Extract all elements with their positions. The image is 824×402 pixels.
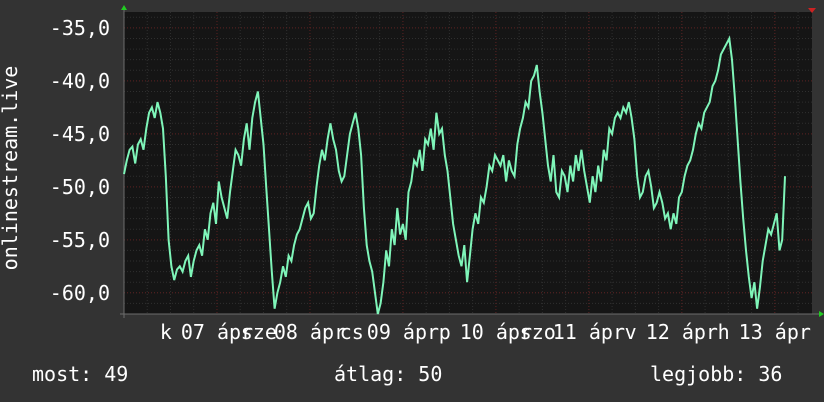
x-tick-label: v: [625, 320, 637, 344]
y-tick-label: -35,0: [50, 16, 110, 40]
line-chart: -35,0 -40,0 -45,0 -50,0 -55,0 -60,0 k 07 áprsz…: [0, 5, 824, 344]
x-tick-label: sze: [241, 320, 277, 344]
x-tick-label: h: [718, 320, 730, 344]
x-tick-label: szo: [520, 320, 556, 344]
x-tick-label: cs: [340, 320, 364, 344]
y-axis-label: onlinestream.live: [0, 66, 22, 271]
y-tick-label: -55,0: [50, 228, 110, 252]
y-tick-label: -40,0: [50, 69, 110, 93]
x-tick-label: k: [160, 320, 172, 344]
x-tick-label: 08 ápr: [274, 320, 346, 344]
y-tick-label: -60,0: [50, 281, 110, 305]
average-value: átlag: 50: [334, 362, 443, 386]
y-axis-arrow: [121, 5, 127, 10]
y-tick-label: -50,0: [50, 175, 110, 199]
x-tick-label: 13 ápr: [739, 320, 811, 344]
x-axis-arrow: [819, 311, 824, 317]
best-value: legjobb: 36: [650, 362, 783, 386]
x-tick-label: 09 ápr: [367, 320, 439, 344]
y-tick-label: -45,0: [50, 122, 110, 146]
x-tick-labels: k 07 áprsze08 áprcs 09 ápr p 10 áprszo11 ápr…: [160, 320, 811, 344]
y-tick-labels: -35,0 -40,0 -45,0 -50,0 -55,0 -60,0: [50, 16, 110, 305]
x-tick-label: 11 ápr: [553, 320, 625, 344]
current-value: most: 49: [32, 362, 129, 386]
x-tick-label: 12 ápr: [646, 320, 718, 344]
x-tick-label: p: [439, 320, 451, 344]
